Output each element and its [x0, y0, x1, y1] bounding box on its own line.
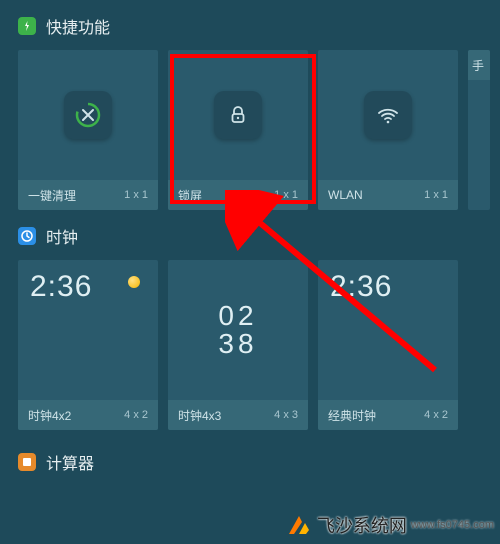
widget-tile-partial[interactable]: 手 1 x 1: [468, 50, 490, 210]
watermark-brand: 飞沙系统网: [317, 512, 407, 538]
wifi-icon: [364, 91, 412, 139]
lock-icon: [214, 91, 262, 139]
tile-footer: 锁屏 1 x 1: [168, 180, 308, 210]
watermark: 飞沙系统网 www.fs0745.com: [285, 512, 494, 538]
clock-row: 2:36 时钟4x2 4 x 2 02 38 时钟4x3: [0, 260, 500, 430]
tile-body: 2:36: [18, 260, 158, 400]
quick-row: 一键清理 1 x 1 锁屏 1 x 1: [0, 50, 500, 210]
watermark-url: www.fs0745.com: [411, 519, 494, 531]
clean-icon: [64, 91, 112, 139]
tile-footer: 时钟4x2 4 x 2: [18, 400, 158, 430]
tile-body: [18, 50, 158, 180]
tile-dim: 4 x 2: [424, 409, 448, 421]
tile-footer: WLAN 1 x 1: [318, 180, 458, 210]
widget-picker-screen: 快捷功能 一键清理 1 x 1: [0, 0, 500, 544]
tile-label: 手: [472, 57, 484, 74]
tile-dim: 1 x 1: [424, 189, 448, 201]
section-header-quick: 快捷功能: [0, 0, 500, 50]
widget-tile-lockscreen[interactable]: 锁屏 1 x 1: [168, 50, 308, 210]
widget-tile-wlan[interactable]: WLAN 1 x 1: [318, 50, 458, 210]
tile-label: 经典时钟: [328, 407, 376, 424]
clock-time: 2:36: [330, 270, 392, 304]
tile-label: WLAN: [328, 188, 363, 202]
tile-footer: 时钟4x3 4 x 3: [168, 400, 308, 430]
sun-icon: [128, 276, 140, 288]
tile-body: 2:36: [318, 260, 458, 400]
tile-label: 时钟4x2: [28, 407, 71, 424]
clock-minutes: 38: [218, 330, 257, 358]
tile-body: [318, 50, 458, 180]
tile-label: 锁屏: [178, 187, 202, 204]
clock-time: 2:36: [30, 270, 92, 304]
section-title: 时钟: [46, 224, 78, 248]
section-other: 计算器: [0, 436, 500, 474]
widget-tile-clock-4x2[interactable]: 2:36 时钟4x2 4 x 2: [18, 260, 158, 430]
tile-label: 一键清理: [28, 187, 76, 204]
widget-tile-clock-4x3[interactable]: 02 38 时钟4x3 4 x 3: [168, 260, 308, 430]
tile-footer: 一键清理 1 x 1: [18, 180, 158, 210]
clock-hours: 02: [218, 302, 257, 330]
tile-label: 时钟4x3: [178, 407, 221, 424]
clock-icon: [18, 227, 36, 245]
section-header-clock: 时钟: [0, 210, 500, 260]
section-clock: 时钟 2:36 时钟4x2 4 x 2 02: [0, 210, 500, 430]
clock-preview: 2:36: [318, 260, 458, 304]
tile-dim: 4 x 3: [274, 409, 298, 421]
tile-dim: 1 x 1: [274, 189, 298, 201]
tile-footer: 经典时钟 4 x 2: [318, 400, 458, 430]
section-quick: 快捷功能 一键清理 1 x 1: [0, 0, 500, 210]
clock-preview: 2:36: [18, 260, 158, 304]
widget-tile-classic-clock[interactable]: 2:36 经典时钟 4 x 2: [318, 260, 458, 430]
tile-footer: 手 1 x 1: [468, 50, 490, 80]
tile-body: [168, 50, 308, 180]
section-title: 快捷功能: [46, 14, 110, 38]
app-icon: [18, 453, 36, 471]
tile-dim: 4 x 2: [124, 409, 148, 421]
clock-preview: 02 38: [218, 302, 257, 358]
section-header-other: 计算器: [0, 436, 500, 474]
widget-tile-clean[interactable]: 一键清理 1 x 1: [18, 50, 158, 210]
tile-dim: 1 x 1: [124, 189, 148, 201]
tile-body: 02 38: [168, 260, 308, 400]
bolt-icon: [18, 17, 36, 35]
watermark-logo-icon: [285, 512, 311, 538]
section-title: 计算器: [46, 450, 94, 474]
